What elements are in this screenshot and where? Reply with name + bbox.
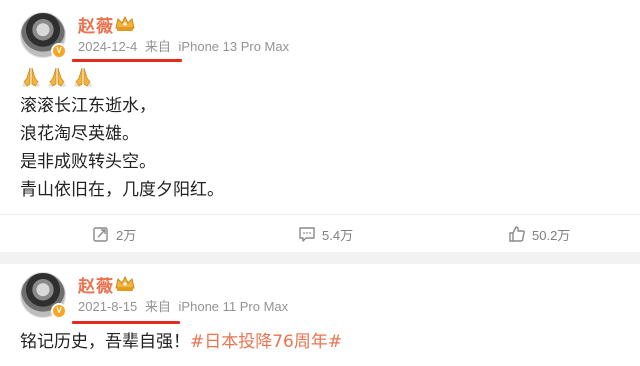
weibo-feed-screenshot: V 赵薇 2024-12-4 来自 iPhone 13 Pro Max 滚滚长江… — [0, 0, 640, 366]
post-text: 铭记历史，吾辈自强！#日本投降76周年# — [20, 328, 342, 356]
post-header: V 赵薇 2021-8-15 来自 iPhone 11 Pro Max — [0, 268, 640, 328]
post-date[interactable]: 2024-12-4 — [78, 39, 137, 54]
hashtag-link[interactable]: #日本投降76周年# — [190, 332, 342, 352]
post-header: V 赵薇 2024-12-4 来自 iPhone 13 Pro Max — [0, 8, 640, 68]
folded-hands-icon — [48, 67, 66, 87]
post-text-line: 是非成败转头空。 — [20, 152, 156, 172]
post-text: 滚滚长江东逝水， 浪花淘尽英雄。 是非成败转头空。 青山依旧在，几度夕阳红。 — [20, 92, 224, 204]
comment-count: 5.4万 — [322, 227, 354, 243]
folded-hands-icon — [74, 67, 92, 87]
thumbs-up-icon — [509, 226, 525, 242]
verified-badge-icon: V — [51, 303, 67, 319]
comment-button[interactable]: 5.4万 — [298, 223, 353, 245]
source-device: iPhone 13 Pro Max — [178, 39, 290, 54]
like-button[interactable]: 50.2万 — [508, 223, 570, 245]
highlight-underline — [72, 321, 180, 324]
folded-hands-icon — [22, 67, 40, 87]
like-count: 50.2万 — [532, 227, 571, 243]
crown-icon — [115, 15, 135, 31]
post-meta: 2024-12-4 来自 iPhone 13 Pro Max — [78, 36, 289, 55]
verified-badge-icon: V — [51, 43, 67, 59]
post-text-line: 青山依旧在，几度夕阳红。 — [20, 180, 224, 200]
post-text-plain: 铭记历史，吾辈自强！ — [20, 332, 190, 352]
post-divider — [0, 252, 640, 264]
post-date[interactable]: 2021-8-15 — [78, 299, 137, 314]
source-label: 来自 — [144, 299, 171, 314]
post-meta: 2021-8-15 来自 iPhone 11 Pro Max — [78, 296, 288, 315]
username[interactable]: 赵薇 — [78, 272, 114, 297]
post-text-line: 铭记历史，吾辈自强！#日本投降76周年# — [20, 328, 342, 356]
post-actions-bar: 2万 5.4万 50.2万 — [0, 214, 640, 252]
source-device: iPhone 11 Pro Max — [178, 299, 289, 314]
highlight-underline — [72, 59, 182, 62]
source-label: 来自 — [144, 39, 171, 54]
emoji-row — [20, 66, 94, 90]
post-text-line: 浪花淘尽英雄。 — [20, 124, 139, 144]
repost-icon — [93, 227, 108, 242]
repost-count: 2万 — [116, 227, 137, 243]
comment-icon — [299, 227, 315, 242]
post-text-line: 滚滚长江东逝水， — [20, 96, 156, 116]
username[interactable]: 赵薇 — [78, 12, 114, 37]
crown-icon — [115, 275, 135, 291]
repost-button[interactable]: 2万 — [92, 223, 136, 245]
avatar[interactable]: V — [20, 272, 67, 319]
avatar[interactable]: V — [20, 12, 67, 59]
